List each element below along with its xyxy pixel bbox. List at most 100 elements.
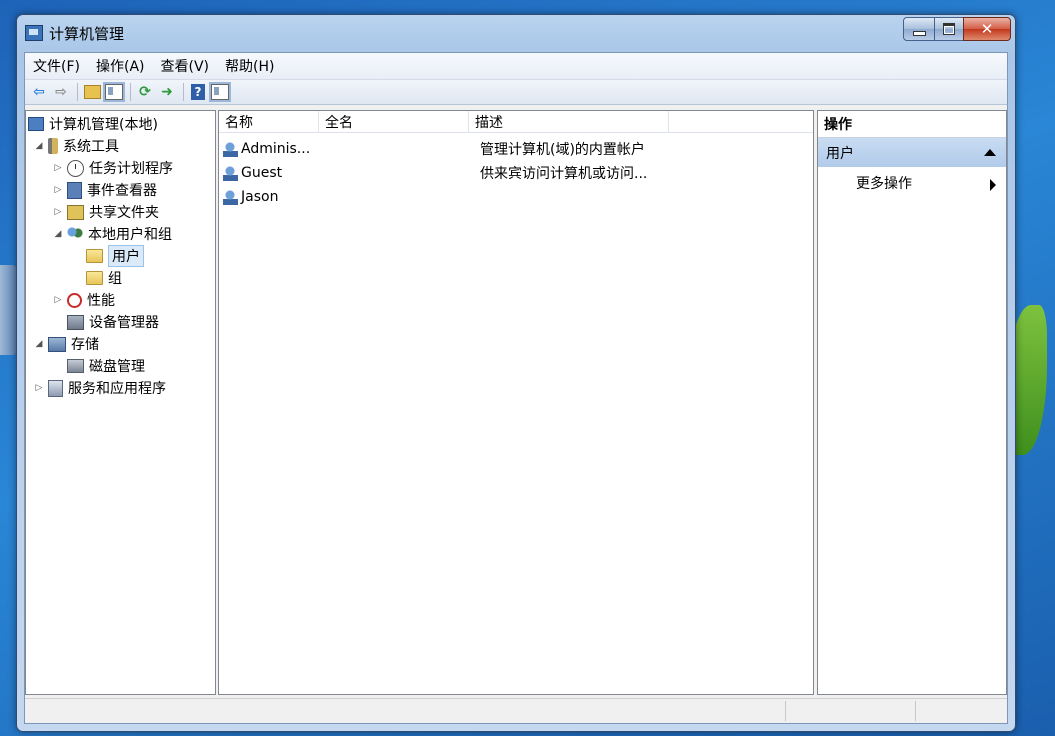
tree-item-disk-management[interactable]: 磁盘管理 <box>67 355 145 377</box>
close-button[interactable]: ✕ <box>963 17 1011 41</box>
refresh-icon[interactable]: ⟳ <box>135 82 155 102</box>
collapsed-triangle-icon[interactable]: ▷ <box>34 383 44 393</box>
tree-item-event-viewer[interactable]: ▷ 事件查看器 <box>53 179 157 201</box>
window-controls: ✕ <box>903 17 1011 41</box>
tree-label: 设备管理器 <box>89 315 159 331</box>
folder-icon <box>86 271 103 285</box>
computer-management-icon <box>28 117 44 131</box>
tools-icon <box>48 138 58 154</box>
collapsed-triangle-icon[interactable]: ▷ <box>53 207 63 217</box>
column-header-name[interactable]: 名称 <box>219 111 319 133</box>
action-pane-title: 操作 <box>818 111 1006 138</box>
toolbar-separator <box>183 83 184 101</box>
user-description: 管理计算机(域)的内置帐户 <box>480 142 645 158</box>
export-icon[interactable]: ➜ <box>157 82 177 102</box>
maximize-button[interactable] <box>934 17 964 41</box>
user-icon <box>223 189 238 205</box>
table-row[interactable]: Adminis... 管理计算机(域)的内置帐户 <box>223 137 803 161</box>
help-icon[interactable]: ? <box>188 82 208 102</box>
event-log-icon <box>67 181 82 199</box>
tree-label: 性能 <box>87 293 115 309</box>
window-title: 计算机管理 <box>49 25 125 43</box>
navigation-tree: 计算机管理(本地) ◢ 系统工具 ▷ 任务计划程序 ▷ 事件查看器 ▷ 共享文件… <box>25 110 216 695</box>
toolbar: ⇦ ⇨ ⟳ ➜ ? <box>25 80 1007 105</box>
column-header-description[interactable]: 描述 <box>469 111 669 133</box>
services-icon <box>48 379 63 397</box>
tree-item-groups[interactable]: 组 <box>86 267 122 289</box>
tree-item-shared-folders[interactable]: ▷ 共享文件夹 <box>53 201 159 223</box>
collapsed-triangle-icon[interactable]: ▷ <box>53 163 63 173</box>
action-pane: 操作 用户 更多操作 <box>817 110 1007 695</box>
menu-file[interactable]: 文件(F) <box>25 56 88 76</box>
column-header-filler <box>669 111 813 133</box>
collapse-up-icon[interactable] <box>984 149 996 156</box>
menu-help[interactable]: 帮助(H) <box>217 56 282 76</box>
tree-item-storage[interactable]: ◢ 存储 <box>34 333 99 355</box>
tree-item-services-apps[interactable]: ▷ 服务和应用程序 <box>34 377 166 399</box>
computer-management-window: 计算机管理 ✕ 文件(F) 操作(A) 查看(V) 帮助(H) ⇦ ⇨ ⟳ ➜ … <box>16 14 1016 732</box>
column-header-fullname[interactable]: 全名 <box>319 111 469 133</box>
tree-item-users[interactable]: 用户 <box>86 245 144 267</box>
tree-label: 组 <box>108 271 122 287</box>
collapsed-triangle-icon[interactable]: ▷ <box>53 185 63 195</box>
action-group-label: 用户 <box>826 145 854 162</box>
expanded-triangle-icon[interactable]: ◢ <box>34 141 44 151</box>
tree-label: 共享文件夹 <box>89 205 159 221</box>
client-area: 文件(F) 操作(A) 查看(V) 帮助(H) ⇦ ⇨ ⟳ ➜ ? 计算机管理(… <box>24 52 1008 724</box>
tree-label: 存储 <box>71 337 99 353</box>
status-segment <box>785 701 916 721</box>
tree-label: 服务和应用程序 <box>68 381 166 397</box>
tree-item-device-manager[interactable]: 设备管理器 <box>67 311 159 333</box>
tree-item-local-users-groups[interactable]: ◢ 本地用户和组 <box>53 223 172 245</box>
menu-action[interactable]: 操作(A) <box>88 56 153 76</box>
more-actions-link[interactable]: 更多操作 <box>856 171 912 195</box>
computer-management-icon <box>25 25 43 41</box>
table-row[interactable]: Jason <box>223 185 803 209</box>
tree-label: 计算机管理(本地) <box>49 117 158 133</box>
status-bar <box>25 698 1007 723</box>
submenu-arrow-icon[interactable] <box>990 179 996 191</box>
close-icon: ✕ <box>980 20 994 38</box>
user-list: 名称 全名 描述 Adminis... 管理计算机(域)的内置帐户 Guest … <box>218 110 814 695</box>
tree-label: 系统工具 <box>63 139 119 155</box>
tree-label: 磁盘管理 <box>89 359 145 375</box>
user-name: Guest <box>241 165 283 181</box>
shared-folder-icon <box>67 204 84 220</box>
back-arrow-icon[interactable]: ⇦ <box>29 82 49 102</box>
desktop-edge <box>0 265 16 355</box>
status-segment <box>915 701 1006 721</box>
performance-icon <box>67 292 82 308</box>
action-group-users[interactable]: 用户 <box>818 138 1006 167</box>
toolbar-separator <box>77 83 78 101</box>
user-description: 供来宾访问计算机或访问... <box>480 166 648 182</box>
user-name: Jason <box>241 189 279 205</box>
tree-label-selected: 用户 <box>108 245 144 267</box>
tree-item-task-scheduler[interactable]: ▷ 任务计划程序 <box>53 157 173 179</box>
menu-view[interactable]: 查看(V) <box>153 56 218 76</box>
tree-item-system-tools[interactable]: ◢ 系统工具 <box>34 135 119 157</box>
minimize-icon <box>912 30 926 36</box>
tree-label: 本地用户和组 <box>88 227 172 243</box>
up-folder-icon[interactable] <box>82 82 102 102</box>
show-tree-icon[interactable] <box>104 82 124 102</box>
expanded-triangle-icon[interactable]: ◢ <box>34 339 44 349</box>
minimize-button[interactable] <box>903 17 935 41</box>
forward-arrow-icon[interactable]: ⇨ <box>51 82 71 102</box>
tree-item-performance[interactable]: ▷ 性能 <box>53 289 115 311</box>
collapsed-triangle-icon[interactable]: ▷ <box>53 295 63 305</box>
disk-icon <box>67 359 84 373</box>
table-row[interactable]: Guest 供来宾访问计算机或访问... <box>223 161 803 185</box>
user-icon <box>223 141 238 157</box>
show-action-pane-icon[interactable] <box>210 82 230 102</box>
tree-label: 事件查看器 <box>87 183 157 199</box>
user-icon <box>223 165 238 181</box>
users-groups-icon <box>67 227 83 241</box>
tree-label: 任务计划程序 <box>89 161 173 177</box>
folder-icon <box>86 249 103 263</box>
tree-item-root[interactable]: 计算机管理(本地) <box>28 113 158 135</box>
user-name: Adminis... <box>241 141 311 157</box>
title-bar[interactable]: 计算机管理 ✕ <box>17 15 1015 49</box>
expanded-triangle-icon[interactable]: ◢ <box>53 229 63 239</box>
toolbar-separator <box>130 83 131 101</box>
maximize-icon <box>943 23 955 35</box>
